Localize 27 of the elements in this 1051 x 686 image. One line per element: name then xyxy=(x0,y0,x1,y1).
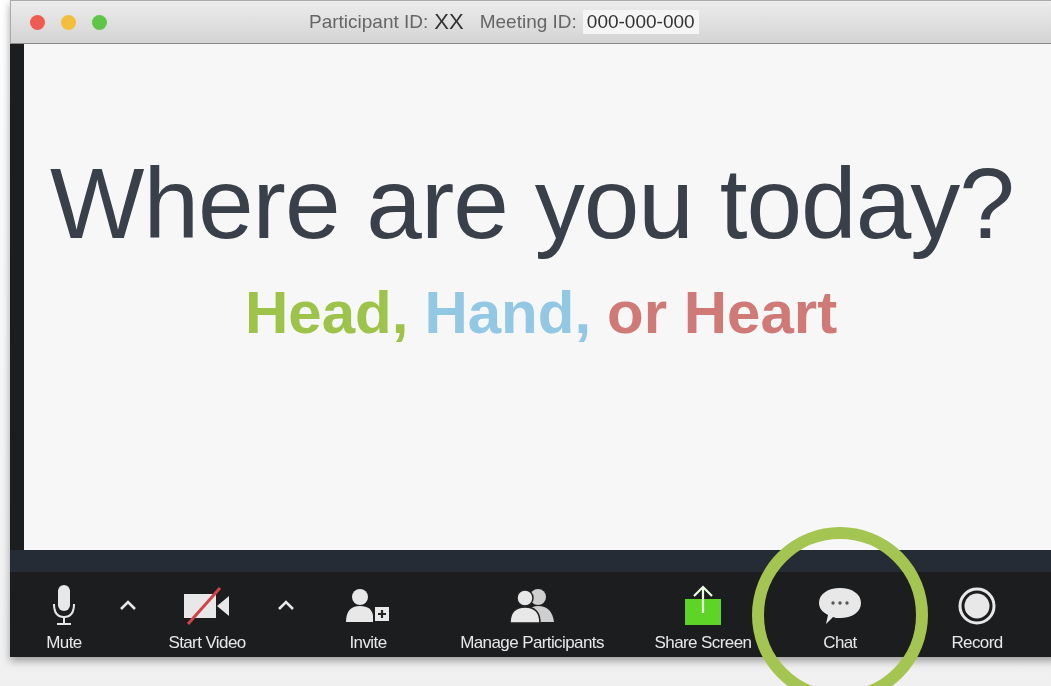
subtitle-word: Head, xyxy=(245,278,409,347)
share-button[interactable]: Share Screen xyxy=(654,576,752,653)
video-off-icon xyxy=(182,585,232,626)
subtitle-word: or Heart xyxy=(607,278,838,347)
slide-heading: Where are you today? xyxy=(50,148,1014,258)
meeting-id: 000-000-000 xyxy=(582,10,699,34)
close-button[interactable] xyxy=(30,14,45,30)
chat-button[interactable]: Chat xyxy=(818,576,862,653)
microphone-icon xyxy=(51,583,77,628)
participants-button[interactable]: Manage Participants xyxy=(460,576,604,653)
invite-button[interactable]: Invite xyxy=(346,576,390,653)
people-icon xyxy=(508,587,556,624)
mic-button[interactable]: Mute xyxy=(46,576,82,653)
caret-icon xyxy=(277,599,295,610)
participant-id-label: Participant ID: xyxy=(309,11,429,33)
speech-bubble-icon xyxy=(818,585,862,626)
video-button[interactable]: Start Video xyxy=(168,576,246,653)
share-screen-icon xyxy=(683,584,723,627)
subtitle-word: Hand, xyxy=(424,278,592,347)
add-person-icon xyxy=(346,587,390,624)
participant-id: XX xyxy=(434,9,464,35)
record-button[interactable]: Record xyxy=(951,576,1003,653)
caret-icon xyxy=(119,599,137,610)
record-icon xyxy=(957,585,997,626)
meeting-id-label: Meeting ID: xyxy=(479,11,577,33)
zoom-button[interactable] xyxy=(92,14,107,30)
minimize-button[interactable] xyxy=(61,14,76,30)
